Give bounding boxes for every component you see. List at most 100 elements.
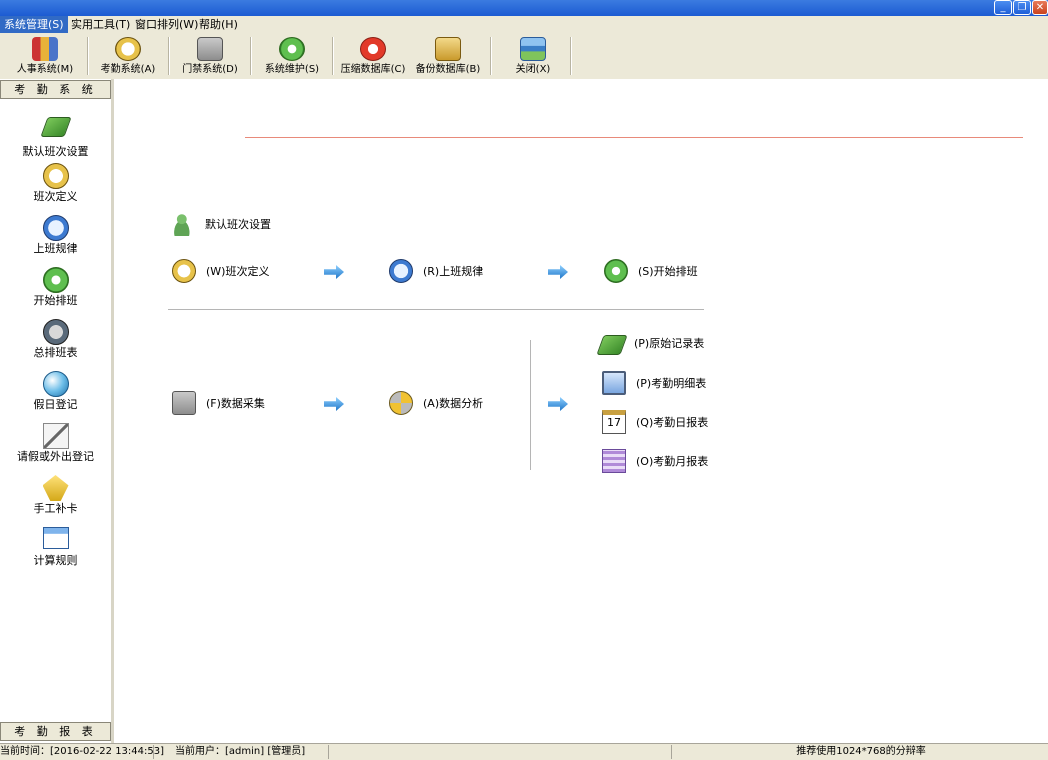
status-current-user: 当前用户：[admin] [管理员] xyxy=(157,745,329,759)
sidebar-item-label: 总排班表 xyxy=(33,346,78,359)
toolbar-attendance-system-button[interactable]: 考勤系统(A) xyxy=(93,35,163,77)
work-pattern-link[interactable]: (R)上班规律 xyxy=(389,259,483,283)
menu-window-arrange[interactable]: 窗口排列(W) xyxy=(131,16,202,33)
toolbar-backup-db-button[interactable]: 备份数据库(B) xyxy=(413,35,483,77)
sidebar-item-label: 班次定义 xyxy=(33,190,78,203)
sidebar-item-master-schedule[interactable]: 总排班表 xyxy=(0,319,111,369)
data-collection-link[interactable]: (F)数据采集 xyxy=(172,391,265,415)
gauge-icon xyxy=(42,319,69,345)
status-current-time: 当前时间：[2016-02-22 13:44:53] xyxy=(0,745,165,759)
toolbar-close-button[interactable]: 关闭(X) xyxy=(498,35,568,77)
toolbar-attendance-system-label: 考勤系统(A) xyxy=(100,64,156,75)
tools-icon xyxy=(197,37,223,61)
sidebar-item-start-scheduling[interactable]: 开始排班 xyxy=(0,267,111,317)
data-analysis-link[interactable]: (A)数据分析 xyxy=(389,391,483,415)
sidebar-item-calculation-rules[interactable]: 计算规则 xyxy=(0,527,111,577)
toolbar-separator xyxy=(332,37,334,75)
toolbar-hr-system-button[interactable]: 人事系统(M) xyxy=(10,35,80,77)
clock-icon xyxy=(115,37,141,61)
data-analysis-label: (A)数据分析 xyxy=(423,397,484,410)
toolbar: 人事系统(M) 考勤系统(A) 门禁系统(D) 系统维护(S) 压缩数据库(C)… xyxy=(0,33,1048,80)
monitor-icon xyxy=(602,371,626,395)
sidebar-item-label: 手工补卡 xyxy=(33,502,78,515)
work-pattern-label: (R)上班规律 xyxy=(423,265,484,278)
sidebar-item-label: 默认班次设置 xyxy=(22,145,89,158)
daily-report-label: (Q)考勤日报表 xyxy=(636,416,709,429)
sidebar-item-leave-registration[interactable]: 请假或外出登记 xyxy=(0,423,111,473)
data-collection-label: (F)数据采集 xyxy=(206,397,265,410)
book-icon xyxy=(596,335,628,355)
sidebar-header-attendance-system[interactable]: 考 勤 系 统 xyxy=(0,80,111,99)
toolbar-access-system-button[interactable]: 门禁系统(D) xyxy=(175,35,245,77)
toolbar-hr-system-label: 人事系统(M) xyxy=(16,64,74,75)
calendar-icon: 17 xyxy=(602,410,626,434)
menu-help[interactable]: 帮助(H) xyxy=(195,16,242,33)
clock-icon xyxy=(172,259,196,283)
toolbar-separator xyxy=(490,37,492,75)
green-circle-icon xyxy=(42,267,69,293)
arrow-right-icon xyxy=(548,397,568,411)
pen-icon xyxy=(42,423,69,449)
close-window-icon xyxy=(520,37,546,61)
section-divider xyxy=(168,309,704,310)
sidebar-item-label: 上班规律 xyxy=(33,242,78,255)
person-add-icon xyxy=(171,212,195,236)
sidebar-footer-attendance-reports[interactable]: 考 勤 报 表 xyxy=(0,722,111,741)
nib-icon xyxy=(42,475,69,501)
toolbar-separator xyxy=(250,37,252,75)
daily-report-link[interactable]: 17 (Q)考勤日报表 xyxy=(602,410,708,434)
shift-definition-link[interactable]: (W)班次定义 xyxy=(172,259,269,283)
clock-icon xyxy=(42,163,69,189)
raw-records-report-label: (P)原始记录表 xyxy=(634,337,705,350)
toolbar-compress-db-label: 压缩数据库(C) xyxy=(340,64,406,75)
window-icon xyxy=(42,527,69,549)
monthly-report-label: (O)考勤月报表 xyxy=(636,455,709,468)
menu-system-management[interactable]: 系统管理(S) xyxy=(0,16,68,33)
sidebar: 考 勤 系 统 默认班次设置 班次定义 上班规律 开始排班 总排班表 假日登记 … xyxy=(0,79,114,743)
sidebar-item-default-shift[interactable]: 默认班次设置 xyxy=(0,113,111,163)
sidebar-item-work-pattern[interactable]: 上班规律 xyxy=(0,215,111,265)
book-icon xyxy=(39,117,72,137)
toolbar-access-system-label: 门禁系统(D) xyxy=(182,64,238,75)
people-icon xyxy=(32,37,58,61)
grid-icon xyxy=(602,449,626,473)
arrow-right-icon xyxy=(324,397,344,411)
sidebar-item-label: 假日登记 xyxy=(33,398,78,411)
toolbar-maintenance-label: 系统维护(S) xyxy=(264,64,320,75)
header-divider xyxy=(245,137,1023,138)
toolbar-close-label: 关闭(X) xyxy=(515,64,551,75)
monthly-report-link[interactable]: (O)考勤月报表 xyxy=(602,449,708,473)
toolbar-separator xyxy=(87,37,89,75)
toolbar-maintenance-button[interactable]: 系统维护(S) xyxy=(256,35,328,77)
status-blank xyxy=(332,745,672,759)
toolbar-separator xyxy=(168,37,170,75)
sidebar-item-holiday-registration[interactable]: 假日登记 xyxy=(0,371,111,421)
sidebar-item-label: 开始排班 xyxy=(33,294,78,307)
title-bar: _ ❐ ✕ xyxy=(0,0,1048,16)
close-button[interactable]: ✕ xyxy=(1032,0,1048,15)
maintenance-icon xyxy=(279,37,305,61)
sidebar-item-label: 计算规则 xyxy=(33,554,78,567)
status-resolution-hint: 推荐使用1024*768的分辩率 xyxy=(796,746,926,757)
attendance-detail-report-label: (P)考勤明细表 xyxy=(636,377,707,390)
raw-records-report-link[interactable]: (P)原始记录表 xyxy=(596,331,705,355)
red-cross-icon xyxy=(360,37,386,61)
attendance-detail-report-link[interactable]: (P)考勤明细表 xyxy=(602,371,706,395)
toolbar-backup-db-label: 备份数据库(B) xyxy=(415,64,481,75)
default-shift-label: 默认班次设置 xyxy=(205,218,271,231)
shift-definition-label: (W)班次定义 xyxy=(206,265,270,278)
main-content: 默认班次设置 (W)班次定义 (R)上班规律 (S)开始排班 (F)数据采集 (… xyxy=(114,79,1048,743)
start-scheduling-label: (S)开始排班 xyxy=(638,265,698,278)
menu-utilities[interactable]: 实用工具(T) xyxy=(67,16,134,33)
toolbar-compress-db-button[interactable]: 压缩数据库(C) xyxy=(338,35,408,77)
restore-button[interactable]: ❐ xyxy=(1013,0,1031,15)
default-shift-link[interactable]: 默认班次设置 xyxy=(171,212,271,236)
compass-icon xyxy=(389,259,413,283)
vertical-divider xyxy=(530,340,531,470)
disc-icon xyxy=(389,391,413,415)
toolbar-separator xyxy=(570,37,572,75)
sidebar-item-shift-definition[interactable]: 班次定义 xyxy=(0,163,111,213)
minimize-button[interactable]: _ xyxy=(994,0,1012,15)
start-scheduling-link[interactable]: (S)开始排班 xyxy=(604,259,698,283)
sidebar-item-manual-punch[interactable]: 手工补卡 xyxy=(0,475,111,525)
